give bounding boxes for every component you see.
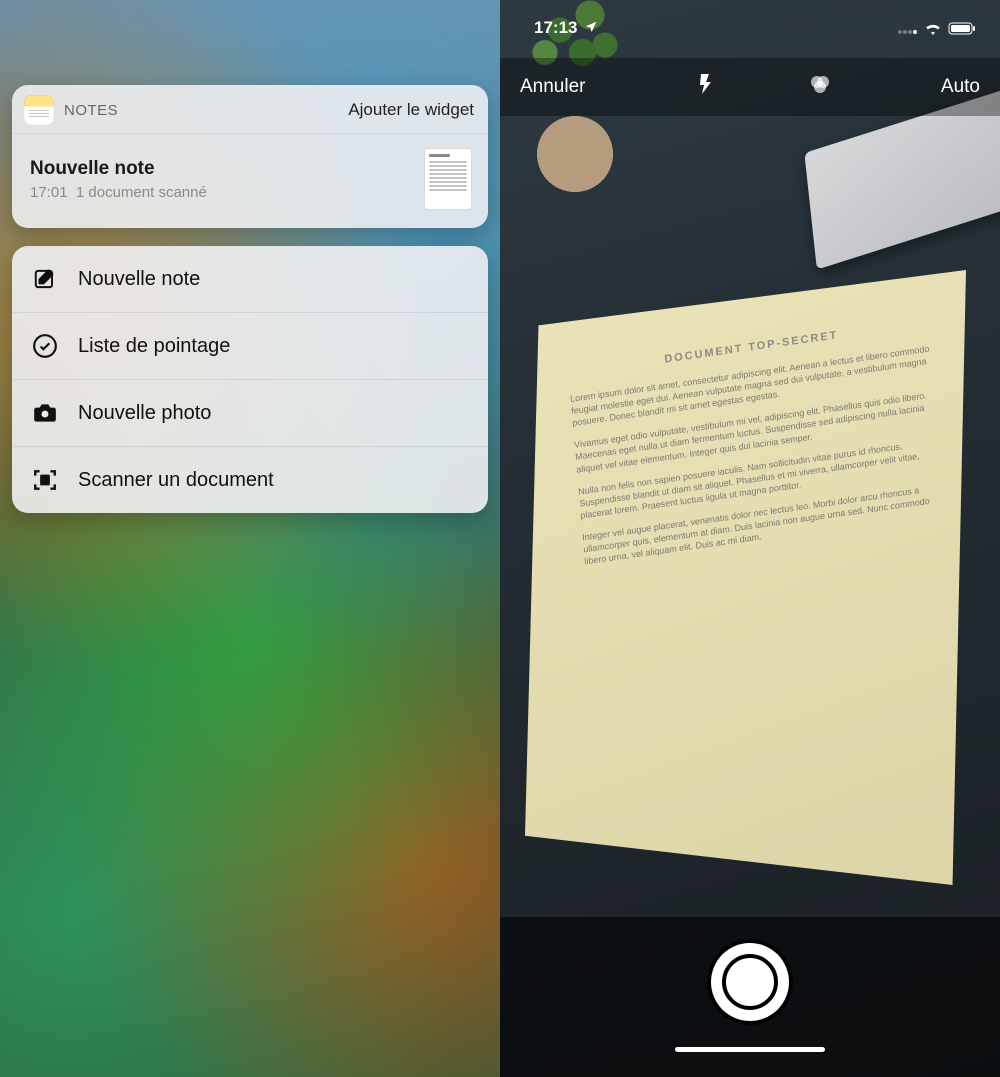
recent-note-title: Nouvelle note (30, 158, 207, 180)
action-label: Nouvelle note (78, 268, 200, 291)
recent-note-subline: 17:01 1 document scanné (30, 184, 207, 201)
right-panel-scanner: DOCUMENT TOP-SECRET Lorem ipsum dolor si… (500, 0, 1000, 1077)
widget-body[interactable]: Nouvelle note 17:01 1 document scanné (12, 134, 488, 228)
flash-icon[interactable] (694, 72, 718, 102)
location-icon (582, 18, 598, 37)
capture-mode-button[interactable]: Auto (941, 76, 980, 98)
notes-widget-card[interactable]: NOTES Ajouter le widget Nouvelle note 17… (12, 85, 488, 228)
home-indicator[interactable] (675, 1047, 825, 1052)
filters-icon[interactable] (808, 72, 832, 102)
left-panel-3dtouch: NOTES Ajouter le widget Nouvelle note 17… (0, 0, 500, 1077)
shutter-bar (500, 917, 1000, 1077)
action-label: Scanner un document (78, 469, 274, 492)
notes-app-icon (24, 95, 54, 125)
status-left: 17:13 (534, 18, 598, 38)
scan-icon (30, 467, 60, 493)
compose-icon (30, 266, 60, 292)
checklist-icon (30, 333, 60, 359)
scanner-toolbar: Annuler Auto (500, 58, 1000, 116)
cancel-button[interactable]: Annuler (520, 76, 586, 98)
recent-note-thumbnail (424, 148, 472, 210)
action-label: Liste de pointage (78, 335, 230, 358)
camera-icon (30, 400, 60, 426)
wifi-icon (924, 22, 942, 35)
battery-icon (948, 22, 976, 35)
action-checklist[interactable]: Liste de pointage (12, 313, 488, 380)
action-new-note[interactable]: Nouvelle note (12, 246, 488, 313)
recent-note-subtitle: 1 document scanné (76, 184, 207, 201)
widget-header: NOTES Ajouter le widget (12, 85, 488, 134)
status-time: 17:13 (534, 18, 577, 37)
cellular-icon (898, 22, 918, 34)
action-label: Nouvelle photo (78, 402, 211, 425)
action-scan-document[interactable]: Scanner un document (12, 447, 488, 513)
action-new-photo[interactable]: Nouvelle photo (12, 380, 488, 447)
add-widget-button[interactable]: Ajouter le widget (348, 100, 474, 120)
recent-note-time: 17:01 (30, 184, 68, 201)
shutter-button[interactable] (711, 943, 789, 1021)
camera-viewfinder: DOCUMENT TOP-SECRET Lorem ipsum dolor si… (500, 0, 1000, 1077)
widget-app-name: NOTES (64, 102, 118, 119)
status-right (898, 22, 976, 35)
quick-actions-card: Nouvelle note Liste de pointage (12, 246, 488, 513)
status-bar: 17:13 (500, 12, 1000, 38)
